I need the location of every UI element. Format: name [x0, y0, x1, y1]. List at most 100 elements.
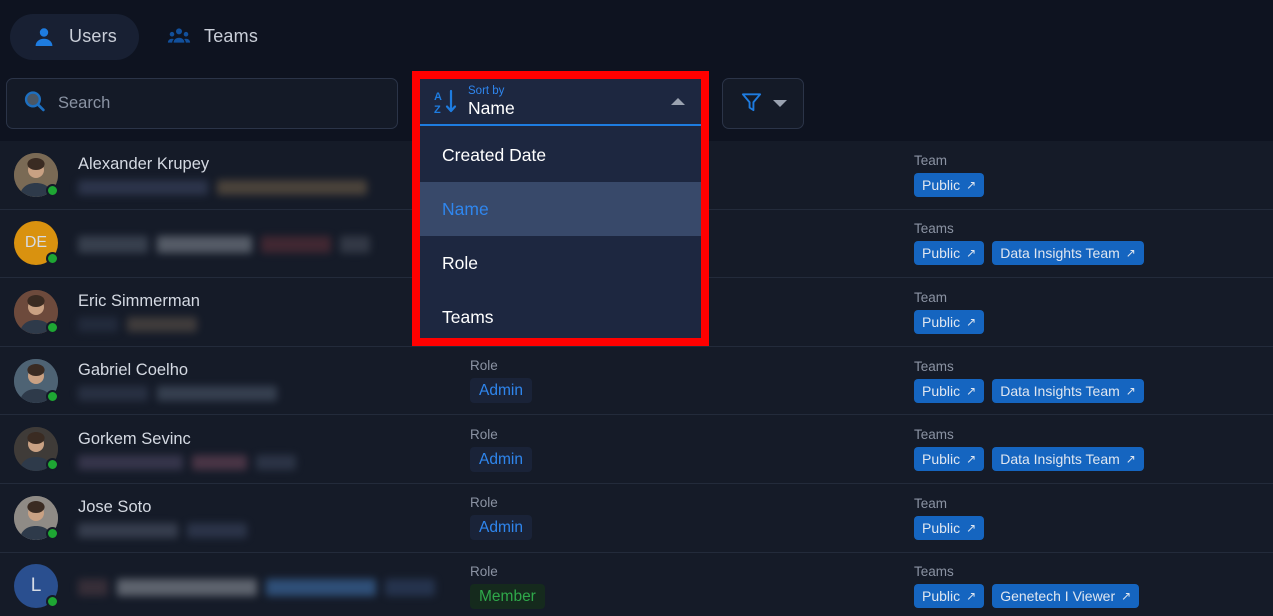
sort-option-name[interactable]: Name: [420, 182, 701, 236]
online-status-dot: [46, 320, 59, 334]
team-caption: Team: [914, 495, 948, 511]
team-badge[interactable]: Data Insights Team ↗: [992, 447, 1144, 472]
team-caption: Teams: [914, 564, 954, 580]
team-badge-group: Public ↗: [914, 309, 985, 334]
external-link-icon: ↗: [966, 177, 977, 192]
team-badge-label: Public: [922, 451, 961, 468]
sort-option-teams[interactable]: Teams: [420, 290, 701, 344]
redaction-bar: [78, 578, 108, 596]
external-link-icon: ↗: [1125, 246, 1136, 261]
team-badge[interactable]: Data Insights Team ↗: [992, 241, 1144, 266]
table-row[interactable]: Jose Soto Role Admin Team Public ↗: [0, 483, 1273, 553]
avatar: L: [14, 564, 59, 609]
team-badge-label: Public: [922, 245, 961, 262]
tab-teams[interactable]: Teams: [145, 14, 280, 60]
filter-icon: [740, 90, 763, 118]
team-badge[interactable]: Public ↗: [914, 241, 985, 266]
team-badge-group: Public ↗ Data Insights Team ↗: [914, 447, 1144, 472]
sort-option-label: Name: [442, 198, 489, 219]
role-column: Role Admin: [470, 484, 532, 552]
team-caption: Team: [914, 289, 948, 305]
redaction-bar: [256, 454, 296, 470]
team-badge-label: Public: [922, 519, 961, 536]
redaction-bar: [261, 235, 331, 253]
user-name: Jose Soto: [78, 498, 152, 517]
filter-button[interactable]: [722, 78, 804, 129]
external-link-icon: ↗: [966, 589, 977, 604]
external-link-icon: ↗: [966, 520, 977, 535]
team-badge-label: Public: [922, 382, 961, 399]
team-badge-label: Data Insights Team: [1000, 382, 1120, 399]
tab-users[interactable]: Users: [10, 13, 140, 60]
external-link-icon: ↗: [966, 452, 977, 467]
role-badge-group: Admin: [470, 446, 532, 472]
tab-teams-label: Teams: [204, 26, 259, 46]
team-badge[interactable]: Public ↗: [914, 515, 985, 540]
search-box[interactable]: [6, 78, 398, 129]
chevron-down-icon: [772, 100, 787, 107]
redaction-bar: [78, 386, 148, 402]
sort-by-field[interactable]: A Z Sort by Name: [420, 79, 701, 126]
team-badge-group: Public ↗ Data Insights Team ↗: [914, 378, 1144, 403]
team-column: Teams Public ↗ Genetech I Viewer ↗: [914, 553, 1140, 616]
redaction-bar: [192, 454, 247, 470]
sort-option-role[interactable]: Role: [420, 236, 701, 290]
team-badge[interactable]: Public ↗: [914, 172, 985, 197]
user-name: Gorkem Sevinc: [78, 429, 191, 448]
avatar: [14, 152, 59, 197]
team-badge[interactable]: Public ↗: [914, 447, 985, 472]
table-row[interactable]: Gorkem Sevinc Role Admin Teams Public ↗ Data I…: [0, 415, 1273, 484]
online-status-dot: [46, 183, 59, 197]
role-caption: Role: [470, 358, 498, 374]
role-caption: Role: [470, 495, 498, 511]
sort-option-label: Teams: [442, 306, 494, 327]
redaction-bar: [78, 454, 183, 470]
team-column: Teams Public ↗ Data Insights Team ↗: [914, 210, 1144, 278]
user-identity: [78, 578, 478, 596]
avatar: [14, 495, 59, 540]
tab-users-label: Users: [69, 26, 118, 46]
role-badge: Admin: [470, 446, 532, 472]
user-identity: Jose Soto: [78, 497, 478, 539]
search-input[interactable]: [58, 94, 368, 113]
user-identity: Gorkem Sevinc: [78, 429, 478, 470]
team-badge[interactable]: Public ↗: [914, 378, 985, 403]
team-badge-label: Public: [922, 588, 961, 605]
svg-text:A: A: [434, 91, 442, 103]
team-badge-label: Public: [922, 313, 961, 330]
team-badge[interactable]: Genetech I Viewer ↗: [992, 584, 1140, 609]
online-status-dot: [46, 595, 59, 609]
redaction-bar: [127, 317, 197, 333]
user-icon: [32, 25, 56, 49]
table-row[interactable]: Gabriel Coelho Role Admin Teams Public ↗ Data …: [0, 346, 1273, 416]
redaction-bar: [78, 235, 148, 253]
role-badge-group: Member: [470, 583, 545, 609]
external-link-icon: ↗: [966, 383, 977, 398]
external-link-icon: ↗: [966, 314, 977, 329]
role-caption: Role: [470, 563, 498, 579]
team-badge[interactable]: Public ↗: [914, 584, 985, 609]
redaction-bar: [187, 523, 247, 539]
redaction-bar: [385, 578, 435, 596]
team-caption: Teams: [914, 358, 954, 374]
online-status-dot: [46, 458, 59, 472]
avatar: [14, 289, 59, 334]
avatar: DE: [14, 221, 59, 266]
chevron-up-icon[interactable]: [671, 98, 685, 105]
team-caption: Team: [914, 152, 948, 168]
sort-by-caption: Sort by: [468, 84, 505, 97]
external-link-icon: ↗: [1125, 452, 1136, 467]
team-badge-group: Public ↗: [914, 515, 985, 540]
user-name: Gabriel Coelho: [78, 361, 189, 380]
sort-option-created-date[interactable]: Created Date: [420, 128, 701, 182]
redacted-name: [78, 578, 478, 596]
table-row[interactable]: L Role Member Teams Public ↗ Genetech I Viewer…: [0, 552, 1273, 616]
sort-dropdown-annotation: A Z Sort by Name Created Date Name Role: [412, 71, 709, 346]
svg-text:Z: Z: [434, 104, 441, 116]
search-icon: [22, 89, 47, 119]
redaction-bar: [217, 180, 367, 196]
team-badge[interactable]: Public ↗: [914, 309, 985, 334]
team-badge[interactable]: Data Insights Team ↗: [992, 378, 1144, 403]
redaction-bar: [117, 578, 257, 596]
sort-options-menu: Created Date Name Role Teams: [420, 128, 701, 338]
